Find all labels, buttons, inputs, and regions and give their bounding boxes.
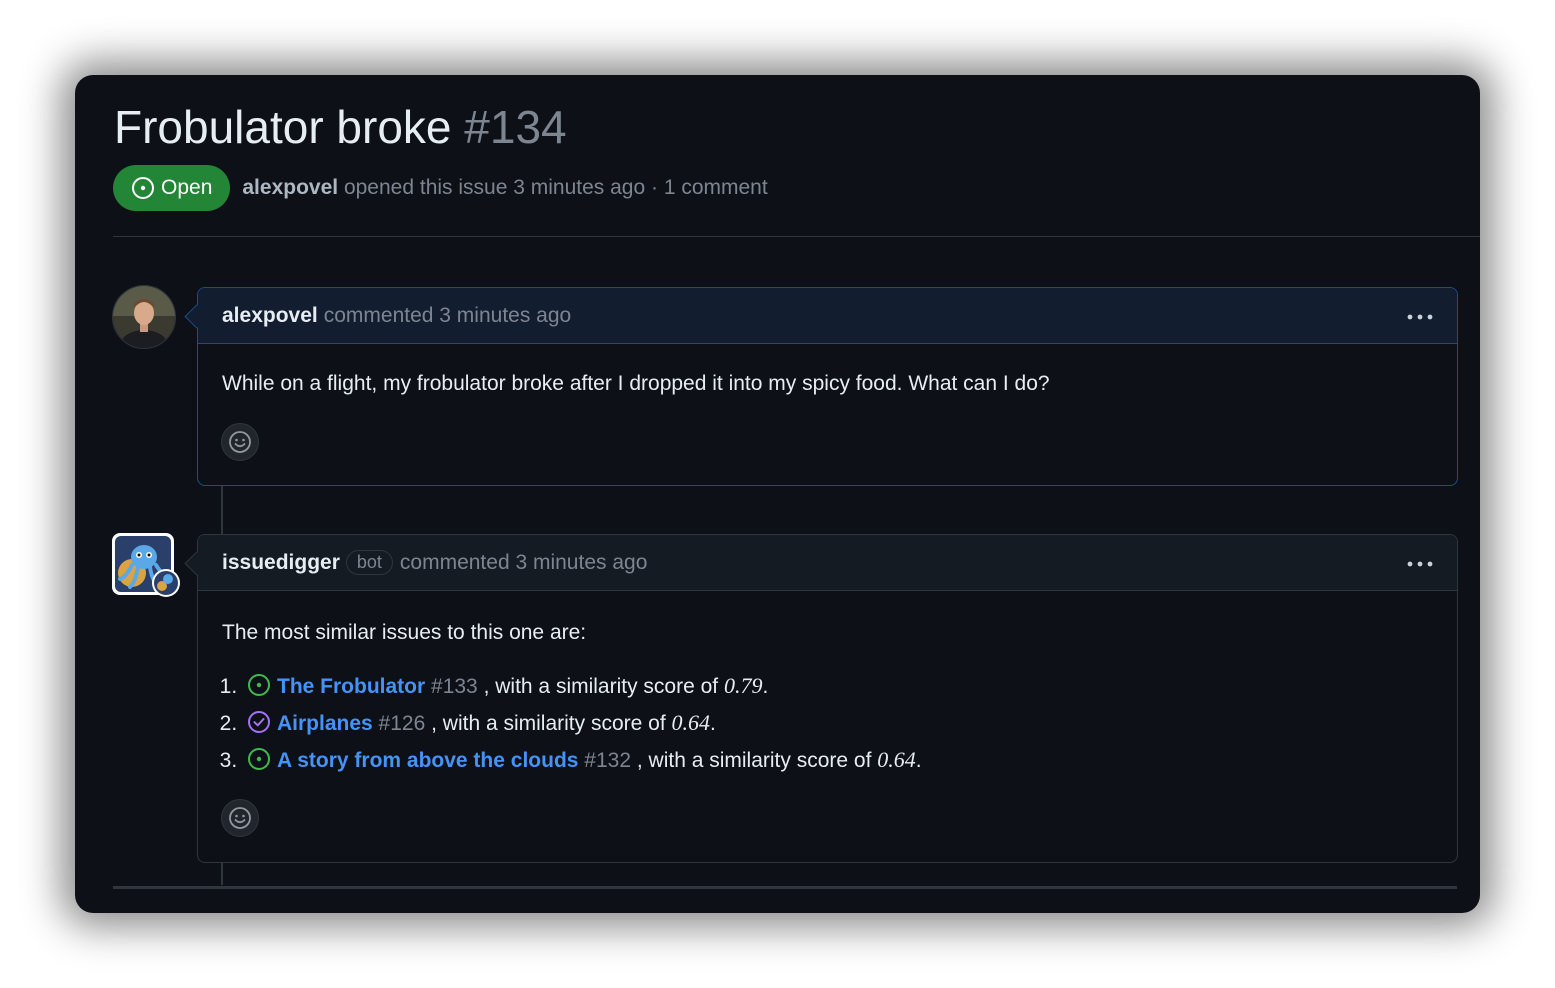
comment-intro: The most similar issues to this one are: [222, 621, 587, 644]
comment-menu-button[interactable] [1407, 301, 1433, 331]
octopus-bot-icon [112, 533, 180, 597]
issue-link[interactable]: A story from above the clouds [277, 749, 578, 772]
comment-header: alexpovel commented 3 minutes ago [198, 288, 1457, 344]
list-item: Airplanes #126 , with a similarity score… [243, 704, 1457, 741]
comment-header: issuedigger bot commented 3 minutes ago [198, 535, 1457, 591]
issue-closed-icon [248, 711, 270, 734]
similarity-score: 0.64 [877, 747, 916, 772]
similar-issues-list: The Frobulator #133 , with a similarity … [198, 667, 1457, 778]
state-label: Open [161, 176, 213, 199]
bot-badge: bot [345, 550, 393, 575]
similarity-text: , with a similarity score of [636, 749, 878, 772]
comment-author-link[interactable]: issuedigger [222, 551, 340, 575]
kebab-horizontal-icon [1407, 561, 1433, 566]
issue-opened-icon [248, 748, 270, 771]
issue-ref[interactable]: #132 [584, 749, 631, 772]
issue-opened-icon [248, 674, 270, 697]
issue-meta-text: opened this issue 3 minutes ago · 1 comm… [343, 176, 768, 199]
comment-card-2: issuedigger bot commented 3 minutes ago … [184, 534, 1458, 863]
issue-meta: alexpovel opened this issue 3 minutes ag… [242, 176, 767, 200]
issue-state-row: Open alexpovel opened this issue 3 minut… [113, 165, 768, 211]
similarity-text: , with a similarity score of [431, 712, 672, 735]
issue-author-link[interactable]: alexpovel [242, 176, 338, 199]
avatar-alexpovel[interactable] [112, 285, 176, 349]
comment-card-1: alexpovel commented 3 minutes ago While … [184, 287, 1458, 486]
smiley-icon [229, 807, 251, 829]
comment-body: While on a flight, my frobulator broke a… [222, 372, 1050, 395]
issue-link[interactable]: The Frobulator [277, 675, 425, 698]
list-item: The Frobulator #133 , with a similarity … [243, 667, 1457, 704]
kebab-horizontal-icon [1407, 314, 1433, 319]
issue-title: Frobulator broke [114, 101, 452, 153]
issue-ref[interactable]: #126 [379, 712, 426, 735]
user-photo-icon [113, 286, 175, 348]
issue-link[interactable]: Airplanes [277, 712, 373, 735]
issue-ref[interactable]: #133 [431, 675, 478, 698]
comment-timestamp[interactable]: commented 3 minutes ago [324, 304, 571, 328]
comment-timestamp[interactable]: commented 3 minutes ago [400, 551, 647, 575]
state-badge: Open [113, 165, 231, 211]
issue-opened-icon [132, 177, 154, 199]
similarity-score: 0.64 [671, 710, 711, 735]
page-title: Frobulator broke #134 [114, 97, 567, 157]
add-reaction-button[interactable] [221, 799, 259, 837]
smiley-icon [229, 431, 251, 453]
comment-menu-button[interactable] [1407, 548, 1433, 578]
header-divider [113, 236, 1480, 237]
list-item: A story from above the clouds #132 , wit… [243, 741, 1457, 778]
comment-author-link[interactable]: alexpovel [222, 304, 318, 328]
issue-number: #134 [464, 101, 567, 153]
add-reaction-button[interactable] [221, 423, 259, 461]
similarity-text: , with a similarity score of [483, 675, 724, 698]
similarity-score: 0.79 [723, 673, 763, 698]
avatar-issuedigger[interactable] [112, 533, 180, 597]
issue-window: Frobulator broke #134 Open alexpovel ope… [75, 75, 1480, 913]
timeline-end-divider [113, 886, 1457, 889]
